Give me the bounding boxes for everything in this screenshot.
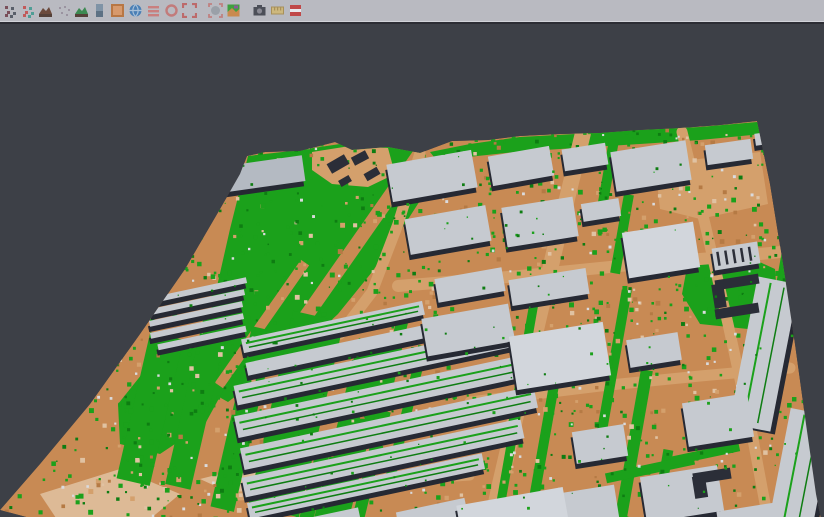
sphere-render-icon-glyph <box>208 3 223 18</box>
vegetation-model-icon[interactable] <box>74 3 89 18</box>
point-cloud-scene <box>0 24 824 517</box>
measure-tool-icon-glyph <box>270 3 285 18</box>
annotation-flag-icon-glyph <box>288 3 303 18</box>
toolbar-separator <box>244 3 249 18</box>
terrain-group <box>0 121 824 517</box>
globe-view-icon[interactable] <box>128 3 143 18</box>
point-cloud-colors-icon-glyph <box>2 3 17 18</box>
classified-points-icon-glyph <box>20 3 35 18</box>
circle-select-icon[interactable] <box>164 3 179 18</box>
measure-tool-icon[interactable] <box>270 3 285 18</box>
orthophoto-icon-glyph <box>110 3 125 18</box>
layer-list-icon[interactable] <box>146 3 161 18</box>
cross-section-icon[interactable] <box>92 3 107 18</box>
classification-map-icon[interactable] <box>226 3 241 18</box>
globe-view-icon-glyph <box>128 3 143 18</box>
camera-view-icon-glyph <box>252 3 267 18</box>
terrain-model-icon-glyph <box>38 3 53 18</box>
cross-section-icon-glyph <box>92 3 107 18</box>
app-window <box>0 0 824 517</box>
toolbar-edge-shadow <box>0 22 824 24</box>
vegetation-model-icon-glyph <box>74 3 89 18</box>
toolbar-separator <box>200 3 205 18</box>
classified-points-icon[interactable] <box>20 3 35 18</box>
point-density-icon[interactable] <box>56 3 71 18</box>
camera-view-icon[interactable] <box>252 3 267 18</box>
orthophoto-icon[interactable] <box>110 3 125 18</box>
zoom-extents-icon[interactable] <box>182 3 197 18</box>
sphere-render-icon[interactable] <box>208 3 223 18</box>
circle-select-icon-glyph <box>164 3 179 18</box>
terrain-model-icon[interactable] <box>38 3 53 18</box>
point-cloud-colors-icon[interactable] <box>2 3 17 18</box>
annotation-flag-icon[interactable] <box>288 3 303 18</box>
point-density-icon-glyph <box>56 3 71 18</box>
main-toolbar <box>0 0 824 21</box>
layer-list-icon-glyph <box>146 3 161 18</box>
3d-viewport[interactable] <box>0 24 824 517</box>
classification-map-icon-glyph <box>226 3 241 18</box>
zoom-extents-icon-glyph <box>182 3 197 18</box>
